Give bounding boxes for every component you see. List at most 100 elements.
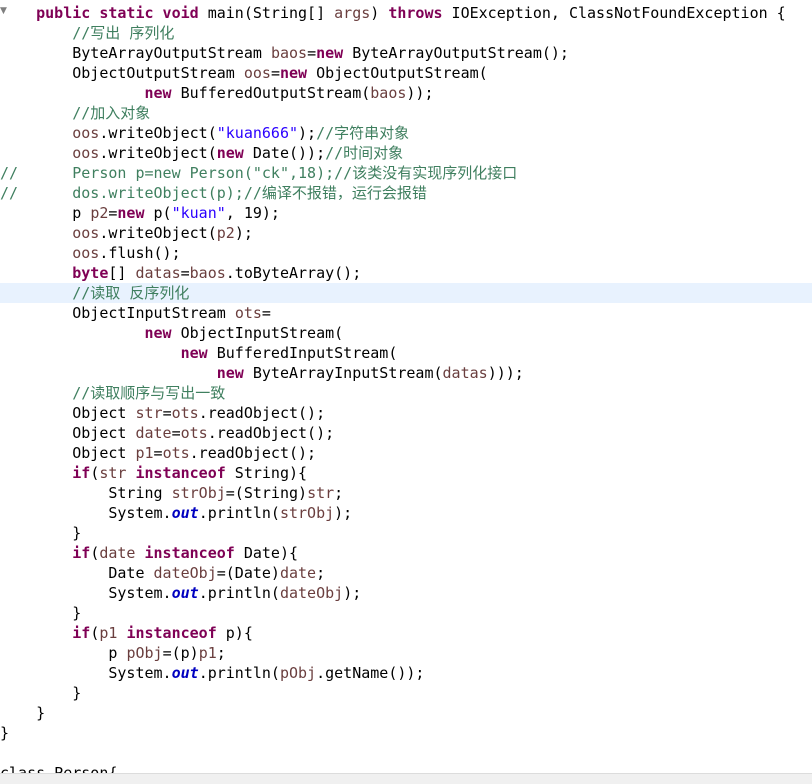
variable: ots: [171, 404, 199, 422]
code-line[interactable]: }: [0, 603, 812, 623]
string-literal: "kuan666": [216, 124, 299, 142]
code-editor[interactable]: public static void main(String[] args) t…: [0, 0, 812, 784]
code-text: .println(: [198, 584, 280, 602]
code-line[interactable]: [0, 743, 812, 763]
code-text: , 19);: [225, 204, 280, 222]
code-line[interactable]: new ObjectInputStream(: [0, 323, 812, 343]
code-text: .readObject();: [207, 424, 335, 442]
code-line[interactable]: System.out.println(strObj);: [0, 503, 812, 523]
code-line[interactable]: Object date=ots.readObject();: [0, 423, 812, 443]
code-text: =: [180, 264, 190, 282]
variable: datas: [442, 364, 488, 382]
code-text: =(p): [162, 644, 199, 662]
code-line[interactable]: //读取 反序列化: [0, 283, 812, 303]
code-text: )));: [487, 364, 524, 382]
code-text: =: [261, 304, 271, 322]
code-line[interactable]: new BufferedOutputStream(baos));: [0, 83, 812, 103]
variable: pObj: [126, 644, 163, 662]
code-line[interactable]: // Person p=new Person("ck",18);//该类没有实现…: [0, 163, 812, 183]
code-line[interactable]: ObjectOutputStream oos=new ObjectOutputS…: [0, 63, 812, 83]
static-field: out: [171, 504, 199, 522]
variable: dateObj: [153, 564, 217, 582]
code-line[interactable]: new BufferedInputStream(: [0, 343, 812, 363]
code-line[interactable]: //加入对象: [0, 103, 812, 123]
code-line[interactable]: ByteArrayOutputStream baos=new ByteArray…: [0, 43, 812, 63]
code-line[interactable]: oos.writeObject(p2);: [0, 223, 812, 243]
horizontal-scrollbar[interactable]: [0, 773, 812, 784]
code-line[interactable]: }: [0, 523, 812, 543]
variable: date: [279, 564, 317, 582]
code-line[interactable]: if(date instanceof Date){: [0, 543, 812, 563]
code-line[interactable]: Object p1=ots.readObject();: [0, 443, 812, 463]
code-text: p: [0, 204, 91, 222]
comment: //读取顺序与写出一致: [72, 384, 226, 402]
code-line[interactable]: if(str instanceof String){: [0, 463, 812, 483]
code-line[interactable]: p pObj=(p)p1;: [0, 643, 812, 663]
code-line[interactable]: oos.flush();: [0, 243, 812, 263]
code-text: }: [0, 704, 46, 722]
comment: //时间对象: [325, 144, 404, 162]
keyword: new: [144, 324, 172, 342]
code-line[interactable]: byte[] datas=baos.toByteArray();: [0, 263, 812, 283]
code-text: .flush();: [99, 244, 181, 262]
code-text: =: [171, 424, 181, 442]
code-text: ;: [334, 484, 344, 502]
variable: oos: [72, 224, 100, 242]
code-line[interactable]: //读取顺序与写出一致: [0, 383, 812, 403]
code-text: }: [0, 724, 10, 742]
variable: baos: [370, 84, 407, 102]
collapse-triangle-icon[interactable]: ▼: [0, 6, 10, 16]
code-text: .writeObject(: [99, 224, 217, 242]
code-line[interactable]: System.out.println(pObj.getName());: [0, 663, 812, 683]
code-text: .writeObject(: [99, 124, 217, 142]
code-text: IOException, ClassNotFoundException {: [442, 4, 786, 22]
code-text: Object: [0, 404, 136, 422]
code-text: System.: [0, 664, 172, 682]
code-line[interactable]: oos.writeObject(new Date());//时间对象: [0, 143, 812, 163]
code-line[interactable]: String strObj=(String)str;: [0, 483, 812, 503]
variable: strObj: [171, 484, 226, 502]
code-line[interactable]: oos.writeObject("kuan666");//字符串对象: [0, 123, 812, 143]
code-line[interactable]: }: [0, 703, 812, 723]
code-text: Date){: [234, 544, 299, 562]
code-line[interactable]: System.out.println(dateObj);: [0, 583, 812, 603]
code-line[interactable]: Object str=ots.readObject();: [0, 403, 812, 423]
code-text: );: [298, 124, 317, 142]
code-text: BufferedOutputStream(: [171, 84, 371, 102]
code-line[interactable]: Date dateObj=(Date)date;: [0, 563, 812, 583]
code-line[interactable]: p p2=new p("kuan", 19);: [0, 203, 812, 223]
code-text: .readObject();: [189, 444, 317, 462]
code-text: .println(: [198, 504, 280, 522]
code-line[interactable]: new ByteArrayInputStream(datas)));: [0, 363, 812, 383]
keyword: new: [316, 44, 344, 62]
code-line[interactable]: ObjectInputStream ots=: [0, 303, 812, 323]
code-text: }: [0, 524, 82, 542]
variable: args: [334, 4, 371, 22]
code-text: ByteArrayOutputStream: [0, 44, 271, 62]
code-line[interactable]: if(p1 instanceof p){: [0, 623, 812, 643]
code-line[interactable]: public static void main(String[] args) t…: [0, 3, 812, 23]
variable: p1: [99, 624, 118, 642]
code-line[interactable]: //写出 序列化: [0, 23, 812, 43]
variable: pObj: [279, 664, 317, 682]
code-text: ): [370, 4, 389, 22]
code-text: System.: [0, 584, 172, 602]
keyword: new: [117, 204, 145, 222]
code-text: ObjectOutputStream(: [307, 64, 488, 82]
variable: oos: [72, 144, 100, 162]
variable: p2: [90, 204, 109, 222]
code-text: String: [0, 484, 172, 502]
code-text: );: [234, 224, 253, 242]
code-line[interactable]: }: [0, 683, 812, 703]
variable: ots: [180, 424, 208, 442]
code-line[interactable]: }: [0, 723, 812, 743]
keyword: byte: [72, 264, 109, 282]
code-line[interactable]: // dos.writeObject(p);//编译不报错，运行会报错: [0, 183, 812, 203]
keyword: throws: [388, 4, 443, 22]
